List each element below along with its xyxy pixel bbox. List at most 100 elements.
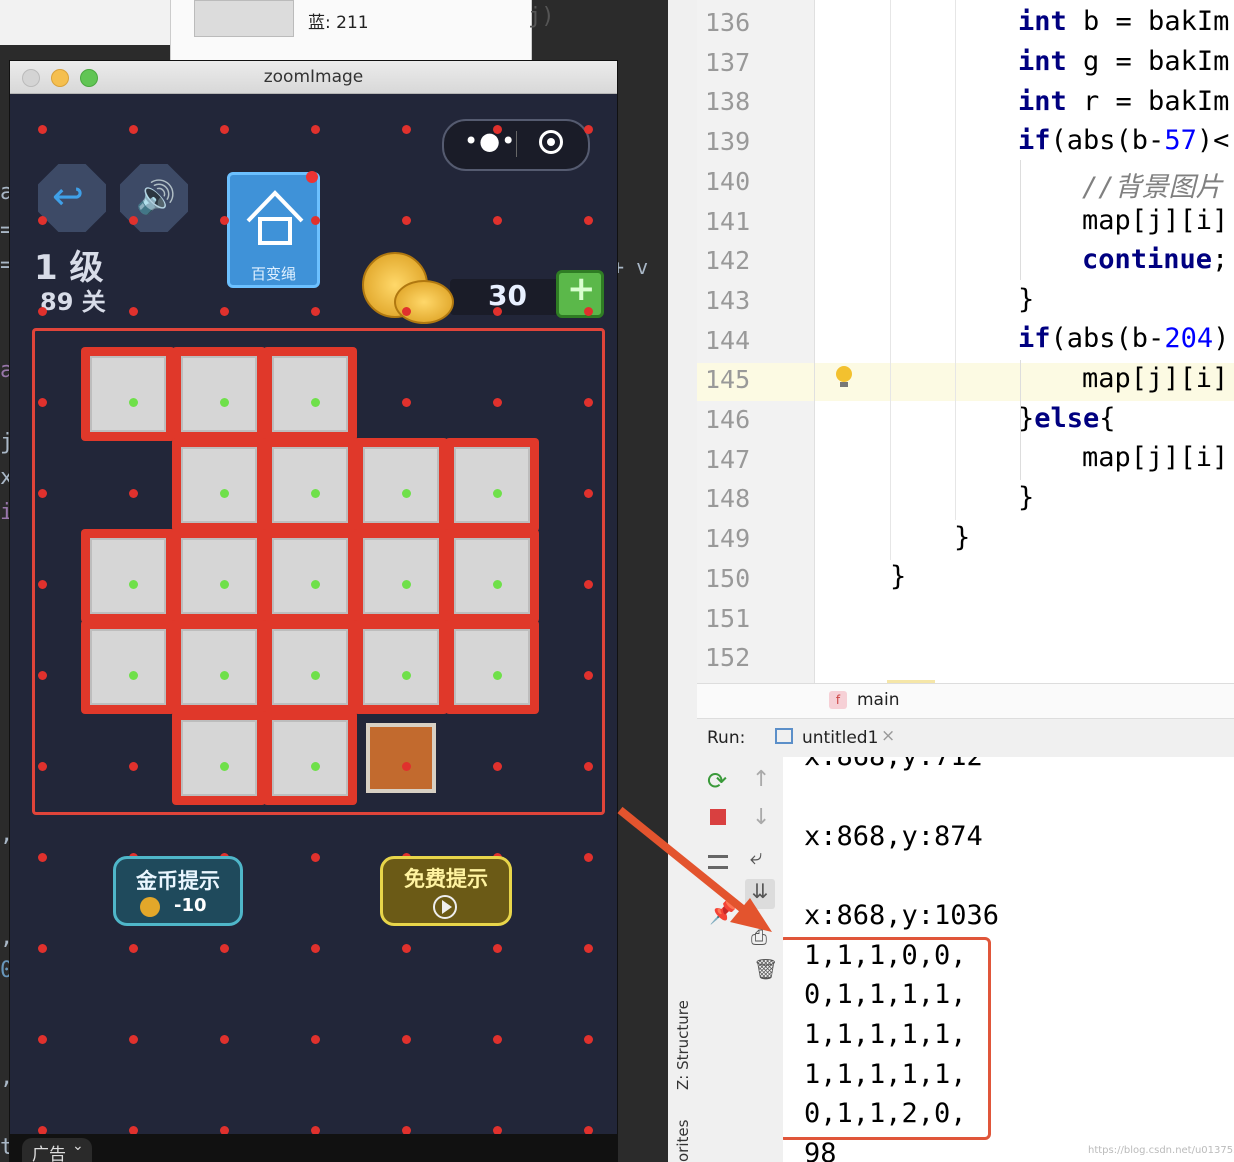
board-tile[interactable]	[363, 629, 439, 705]
sample-dot	[584, 307, 593, 316]
sample-dot	[129, 671, 138, 680]
ad-label[interactable]: 广告	[32, 1140, 66, 1162]
free-hint-button[interactable]: 免费提示	[380, 856, 512, 926]
board-tile[interactable]	[363, 447, 439, 523]
sample-dot	[220, 1035, 229, 1044]
code-text: map[j][i]	[1082, 205, 1229, 236]
line-number: 146	[705, 405, 751, 434]
run-label: Run:	[707, 728, 746, 748]
trash-icon[interactable]: 🗑	[753, 957, 778, 981]
sample-dot	[493, 216, 502, 225]
lightbulb-icon[interactable]	[836, 366, 852, 387]
code-keyword: else	[1034, 403, 1100, 434]
house-rope-icon	[246, 190, 304, 245]
board-tile[interactable]	[272, 629, 348, 705]
sample-dot	[584, 489, 593, 498]
target-circle-icon[interactable]	[539, 130, 563, 154]
board-tile[interactable]	[181, 538, 257, 614]
sample-dot	[402, 1035, 411, 1044]
board-tile[interactable]	[363, 538, 439, 614]
sample-dot	[584, 216, 593, 225]
output-line: x:868,y:1036	[804, 900, 1000, 931]
board-tile[interactable]	[90, 629, 166, 705]
sample-dot	[584, 762, 593, 771]
sample-dot	[402, 307, 411, 316]
code-keyword: int	[1018, 6, 1067, 37]
board-tile[interactable]	[454, 538, 530, 614]
sample-dot	[584, 1035, 593, 1044]
sample-dot	[220, 580, 229, 589]
board-tile[interactable]	[454, 629, 530, 705]
sample-dot	[311, 944, 320, 953]
board-tile[interactable]	[272, 538, 348, 614]
sample-dot	[38, 762, 47, 771]
line-number: 138	[705, 87, 751, 117]
board-tile[interactable]	[454, 447, 530, 523]
line-number: 137	[705, 47, 751, 77]
code-text: }	[1018, 482, 1035, 513]
board-tile[interactable]	[181, 356, 257, 432]
sample-dot	[220, 216, 229, 225]
code-text: }	[890, 561, 907, 592]
add-coins-button[interactable]: +	[556, 269, 604, 318]
sample-dot	[311, 307, 320, 316]
stage-label: 89 关	[40, 288, 106, 316]
board-tile[interactable]	[181, 720, 257, 796]
board-tile[interactable]	[90, 356, 166, 432]
board-tile[interactable]	[272, 447, 348, 523]
ad-bar: 广告 ⌄	[10, 1134, 617, 1162]
sample-dot	[311, 125, 320, 134]
code-text: )<	[1196, 125, 1230, 156]
board-tile[interactable]	[181, 629, 257, 705]
board-tile[interactable]	[272, 720, 348, 796]
rerun-icon[interactable]: ⟳	[707, 767, 727, 795]
sample-dot	[220, 125, 229, 134]
run-tab[interactable]: untitled1	[802, 728, 878, 748]
sample-dot	[311, 489, 320, 498]
sample-dot	[129, 762, 138, 771]
code-text: b = bakIm	[1066, 6, 1230, 37]
sample-dot	[402, 216, 411, 225]
line-number: 144	[705, 325, 751, 355]
board-tile[interactable]	[181, 447, 257, 523]
board-tile[interactable]	[272, 356, 348, 432]
breadcrumb-function[interactable]: main	[857, 690, 899, 710]
code-keyword: continue	[1082, 244, 1213, 275]
coin-hint-label: 金币提示	[136, 869, 220, 893]
sample-dot	[402, 671, 411, 680]
board-tile[interactable]	[90, 538, 166, 614]
notification-badge	[306, 171, 318, 183]
coin-hint-button[interactable]: 金币提示 -10	[113, 856, 243, 926]
output-line: x:868,y:712	[804, 757, 983, 772]
code-number: 57	[1164, 125, 1197, 156]
sample-dot	[220, 762, 229, 771]
feature-card-button[interactable]: 百变绳	[227, 171, 320, 288]
sample-dot	[220, 671, 229, 680]
sample-dot	[493, 398, 502, 407]
line-number: 141	[705, 206, 751, 236]
sample-dot	[311, 580, 320, 589]
sample-dot	[38, 853, 47, 862]
line-number: 149	[705, 524, 751, 554]
sample-dot	[493, 489, 502, 498]
back-button[interactable]: ↩	[38, 164, 106, 232]
code-text: ;	[1212, 244, 1229, 275]
line-number: 143	[705, 285, 751, 315]
code-text: }	[1018, 284, 1035, 315]
function-icon: f	[829, 691, 847, 709]
more-dots-icon[interactable]: •●•	[464, 127, 516, 155]
matrix-highlight-box	[783, 937, 991, 1140]
structure-tool-tab[interactable]: Z: Structure	[674, 1000, 692, 1090]
window-titlebar[interactable]: zoomImage	[10, 61, 617, 94]
line-number: 148	[705, 484, 751, 514]
code-keyword: if	[1018, 323, 1051, 354]
coin-hint-cost: -10	[174, 895, 207, 916]
sample-dot	[493, 125, 502, 134]
favorites-tool-tab[interactable]: orites	[674, 1120, 692, 1162]
sample-dot	[584, 671, 593, 680]
close-tab-icon[interactable]: ×	[881, 726, 895, 746]
free-hint-label: 免费提示	[404, 867, 488, 891]
chevron-down-icon[interactable]: ⌄	[72, 1138, 84, 1154]
up-arrow-icon[interactable]: ↑	[752, 767, 770, 792]
player-block[interactable]	[366, 723, 436, 793]
